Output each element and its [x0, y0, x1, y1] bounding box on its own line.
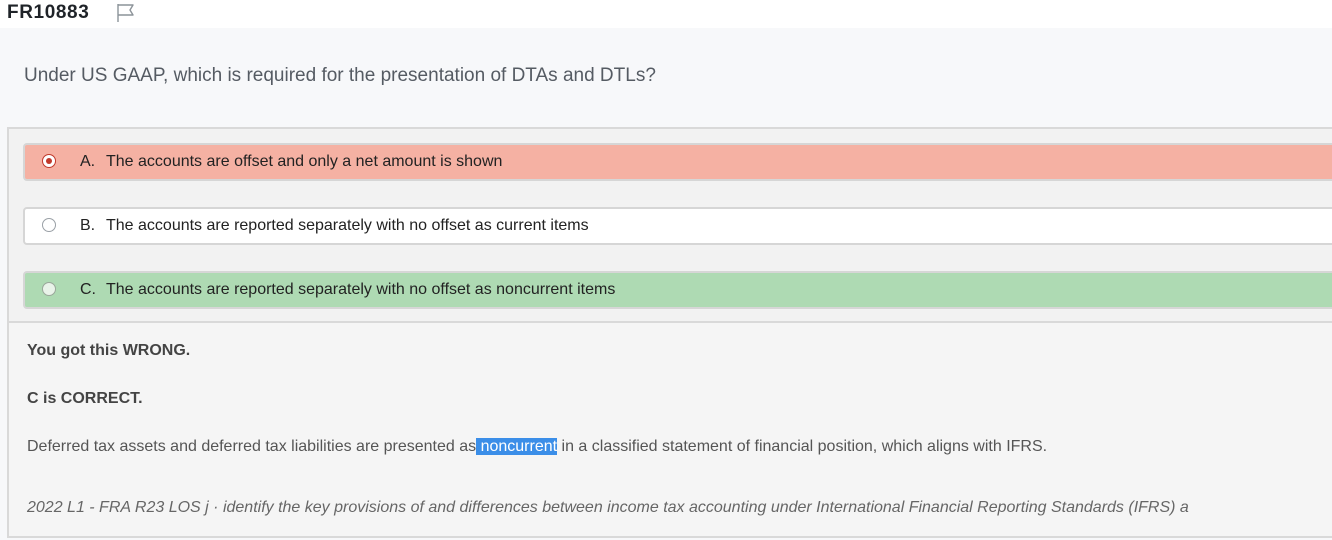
question-header: FR10883 [0, 0, 1332, 28]
option-c-text: The accounts are reported separately wit… [106, 281, 616, 298]
option-b-radio[interactable] [42, 218, 56, 232]
option-b-letter: B. [80, 217, 96, 234]
option-c[interactable]: C. The accounts are reported separately … [23, 271, 1332, 309]
question-text: Under US GAAP, which is required for the… [24, 65, 656, 86]
explanation-text-after: in a classified statement of financial p… [557, 438, 1048, 455]
option-c-radio[interactable] [42, 282, 56, 296]
option-a[interactable]: A. The accounts are offset and only a ne… [23, 143, 1332, 181]
explanation-text-before: Deferred tax assets and deferred tax lia… [27, 438, 477, 455]
correct-answer-note: C is CORRECT. [27, 390, 143, 407]
option-b-text: The accounts are reported separately wit… [106, 217, 589, 234]
option-a-radio[interactable] [42, 154, 56, 168]
flag-icon[interactable] [114, 2, 138, 24]
question-id: FR10883 [7, 2, 90, 23]
learning-outcome-statement: 2022 L1 - FRA R23 LOS j · identify the k… [27, 499, 1189, 516]
explanation-text: Deferred tax assets and deferred tax lia… [27, 438, 1047, 456]
result-status: You got this WRONG. [27, 342, 191, 359]
option-c-letter: C. [80, 281, 96, 298]
option-b[interactable]: B. The accounts are reported separately … [23, 207, 1332, 245]
answer-options-panel: A. The accounts are offset and only a ne… [7, 127, 1332, 323]
explanation-panel: You got this WRONG. C is CORRECT. Deferr… [7, 321, 1332, 538]
question-page: FR10883 Under US GAAP, which is required… [0, 0, 1332, 540]
option-a-letter: A. [80, 153, 96, 170]
highlighted-selection: noncurrent [476, 438, 558, 455]
option-a-text: The accounts are offset and only a net a… [106, 153, 503, 170]
